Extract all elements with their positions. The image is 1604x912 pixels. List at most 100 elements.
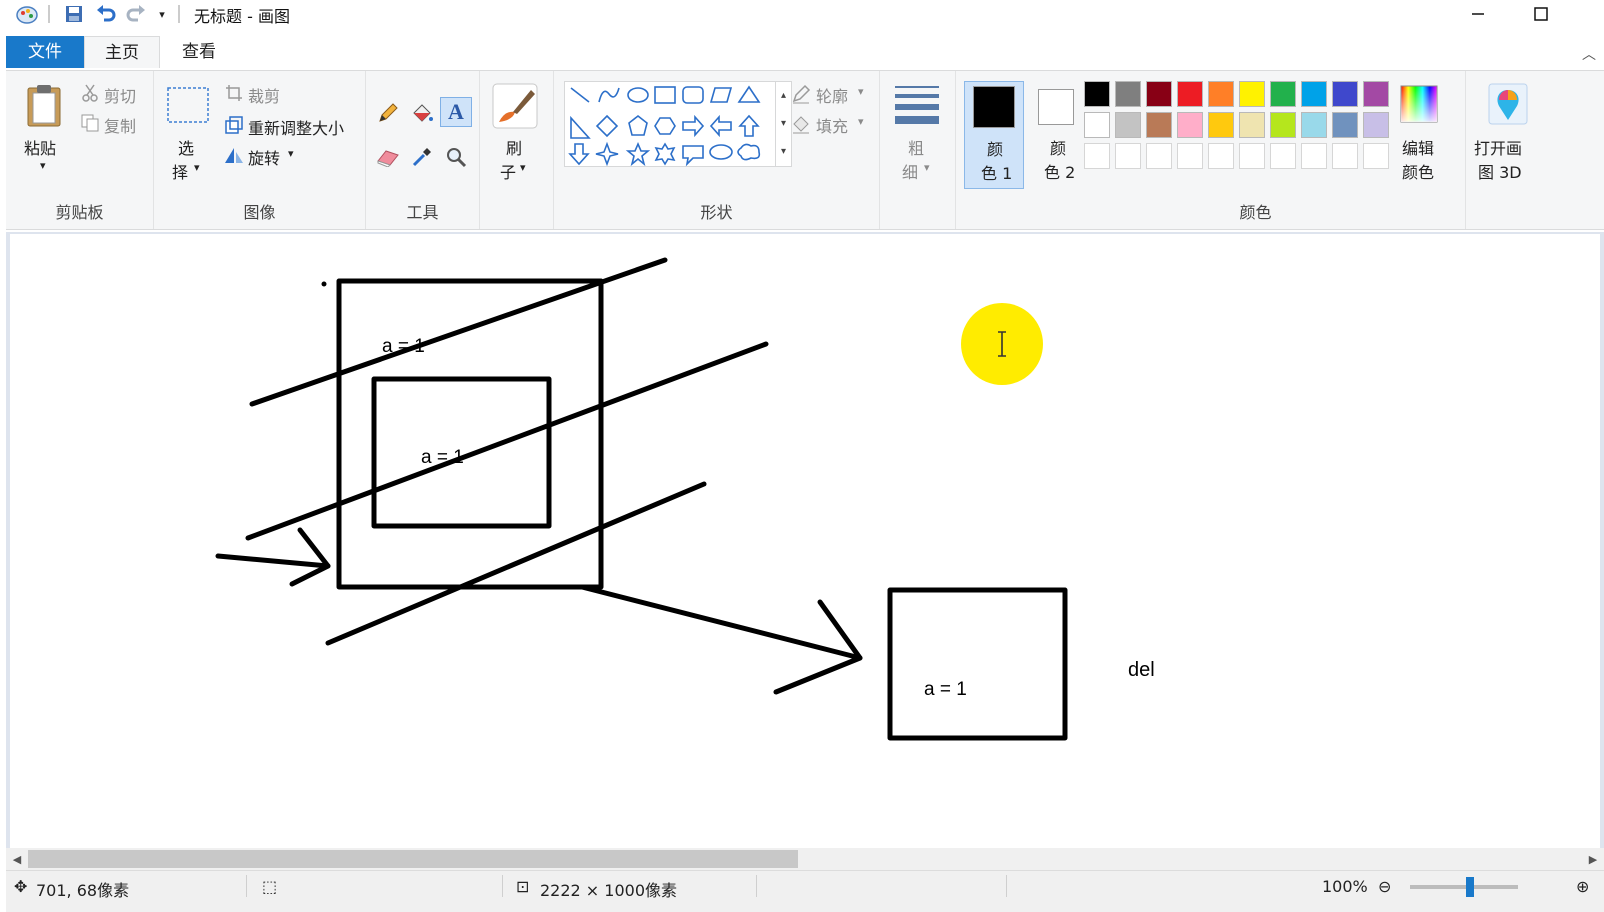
- group-image: 选 择 ▾ 裁剪 重新调整大小 旋转 ▾ 图像: [154, 71, 366, 229]
- color-1-button[interactable]: 颜 色 1: [964, 81, 1024, 189]
- outline-icon: [790, 83, 812, 105]
- chevron-down-icon[interactable]: ▾: [288, 147, 294, 160]
- palette-swatch[interactable]: [1270, 112, 1296, 138]
- select-label-top[interactable]: 选: [178, 135, 194, 159]
- resize-button[interactable]: 重新调整大小: [248, 115, 344, 139]
- scroll-right-icon[interactable]: ▶: [1584, 850, 1602, 868]
- outline-button[interactable]: 轮廓: [816, 83, 848, 107]
- fill-bucket-icon[interactable]: [408, 99, 436, 127]
- edit-colors-label-top[interactable]: 编辑: [1402, 135, 1434, 159]
- tab-home[interactable]: 主页: [84, 36, 160, 68]
- palette-swatch[interactable]: [1301, 112, 1327, 138]
- palette-swatch[interactable]: [1084, 81, 1110, 107]
- expand-gallery-icon[interactable]: ▾: [776, 138, 791, 166]
- palette-empty-swatch[interactable]: [1177, 143, 1203, 169]
- size-label-top[interactable]: 粗: [908, 135, 924, 159]
- save-icon[interactable]: [62, 3, 86, 25]
- palette-empty-swatch[interactable]: [1270, 143, 1296, 169]
- line-size-icon[interactable]: [892, 83, 942, 125]
- palette-swatch[interactable]: [1115, 112, 1141, 138]
- chevron-down-icon[interactable]: ▾: [858, 85, 864, 98]
- edit-colors-label-bottom[interactable]: 颜色: [1402, 159, 1434, 183]
- zoom-slider[interactable]: [1410, 885, 1518, 889]
- paste-label[interactable]: 粘贴: [24, 135, 56, 159]
- select-icon[interactable]: [166, 85, 210, 125]
- redo-icon[interactable]: [124, 3, 148, 25]
- brush-icon[interactable]: [490, 81, 540, 131]
- group-label-tools: 工具: [406, 203, 439, 222]
- chevron-down-icon[interactable]: ▾: [194, 161, 200, 174]
- brush-label-top[interactable]: 刷: [506, 135, 522, 159]
- customize-quick-access-icon[interactable]: ▾: [154, 3, 170, 25]
- palette-empty-swatch[interactable]: [1332, 143, 1358, 169]
- color-2-label-bottom: 色 2: [1044, 163, 1076, 182]
- chevron-down-icon[interactable]: ▾: [924, 161, 930, 174]
- palette-swatch[interactable]: [1115, 81, 1141, 107]
- palette-empty-swatch[interactable]: [1146, 143, 1172, 169]
- palette-swatch[interactable]: [1084, 112, 1110, 138]
- maximize-button[interactable]: [1518, 0, 1564, 28]
- chevron-down-icon[interactable]: ▾: [776, 110, 791, 138]
- chevron-down-icon[interactable]: ▾: [40, 159, 46, 172]
- crop-button[interactable]: 裁剪: [248, 83, 280, 107]
- palette-swatch[interactable]: [1177, 81, 1203, 107]
- paint3d-label-bottom[interactable]: 图 3D: [1478, 159, 1522, 183]
- edit-colors-icon[interactable]: [1398, 83, 1440, 125]
- palette-swatch[interactable]: [1363, 112, 1389, 138]
- zoom-in-icon[interactable]: ⊕: [1576, 877, 1589, 896]
- palette-swatch[interactable]: [1146, 81, 1172, 107]
- paint3d-icon[interactable]: [1486, 81, 1530, 127]
- maximize-icon: [1534, 7, 1548, 21]
- palette-empty-swatch[interactable]: [1363, 143, 1389, 169]
- palette-swatch[interactable]: [1208, 81, 1234, 107]
- zoom-level: 100%: [1322, 877, 1368, 896]
- paint3d-label-top[interactable]: 打开画: [1474, 135, 1522, 159]
- brush-label-bottom[interactable]: 子: [500, 159, 516, 183]
- palette-swatch[interactable]: [1239, 81, 1265, 107]
- palette-empty-swatch[interactable]: [1208, 143, 1234, 169]
- copy-button[interactable]: 复制: [104, 113, 136, 137]
- scroll-left-icon[interactable]: ◀: [8, 850, 26, 868]
- fill-button[interactable]: 填充: [816, 113, 848, 137]
- palette-swatch[interactable]: [1301, 81, 1327, 107]
- zoom-slider-thumb[interactable]: [1466, 877, 1474, 897]
- palette-swatch[interactable]: [1239, 112, 1265, 138]
- eraser-icon[interactable]: [374, 143, 402, 171]
- palette-swatch[interactable]: [1208, 112, 1234, 138]
- palette-swatch[interactable]: [1177, 112, 1203, 138]
- drawing-canvas[interactable]: a = 1 a = 1 a = 1 del: [10, 234, 1600, 848]
- palette-swatch[interactable]: [1146, 112, 1172, 138]
- title-separator-2: [178, 5, 180, 23]
- chevron-down-icon[interactable]: ▾: [520, 161, 526, 174]
- palette-swatch[interactable]: [1332, 81, 1358, 107]
- chevron-up-icon[interactable]: ▴: [776, 82, 791, 110]
- palette-empty-swatch[interactable]: [1301, 143, 1327, 169]
- color-picker-icon[interactable]: [408, 143, 436, 171]
- palette-swatch[interactable]: [1332, 112, 1358, 138]
- magnifier-icon[interactable]: [442, 143, 470, 171]
- select-label-bottom[interactable]: 择: [172, 159, 188, 183]
- tab-view[interactable]: 查看: [164, 36, 234, 68]
- palette-swatch[interactable]: [1270, 81, 1296, 107]
- tab-file[interactable]: 文件: [6, 36, 84, 68]
- undo-icon[interactable]: [94, 3, 118, 25]
- chevron-up-icon[interactable]: ︿: [1582, 44, 1596, 64]
- color-2-button[interactable]: 颜 色 2: [1028, 81, 1088, 189]
- size-label-bottom[interactable]: 细: [902, 159, 918, 183]
- zoom-out-icon[interactable]: ⊖: [1378, 877, 1391, 896]
- palette-swatch[interactable]: [1363, 81, 1389, 107]
- pencil-icon[interactable]: [374, 99, 402, 127]
- chevron-down-icon[interactable]: ▾: [858, 115, 864, 128]
- status-separator: [1006, 875, 1007, 897]
- palette-empty-swatch[interactable]: [1239, 143, 1265, 169]
- text-tool-icon[interactable]: A: [440, 97, 472, 127]
- palette-empty-swatch[interactable]: [1084, 143, 1110, 169]
- scrollbar-thumb[interactable]: [28, 850, 798, 868]
- minimize-button[interactable]: [1455, 0, 1501, 28]
- rotate-button[interactable]: 旋转: [248, 145, 280, 169]
- palette-empty-swatch[interactable]: [1115, 143, 1141, 169]
- horizontal-scrollbar[interactable]: ◀ ▶: [6, 848, 1604, 870]
- cut-button[interactable]: 剪切: [104, 83, 136, 107]
- ribbon: 粘贴 ▾ 剪切 复制 剪贴板 选 择 ▾ 裁剪 重新调整大小 旋转 ▾ 图像 A…: [6, 70, 1604, 230]
- paste-icon[interactable]: [24, 83, 64, 127]
